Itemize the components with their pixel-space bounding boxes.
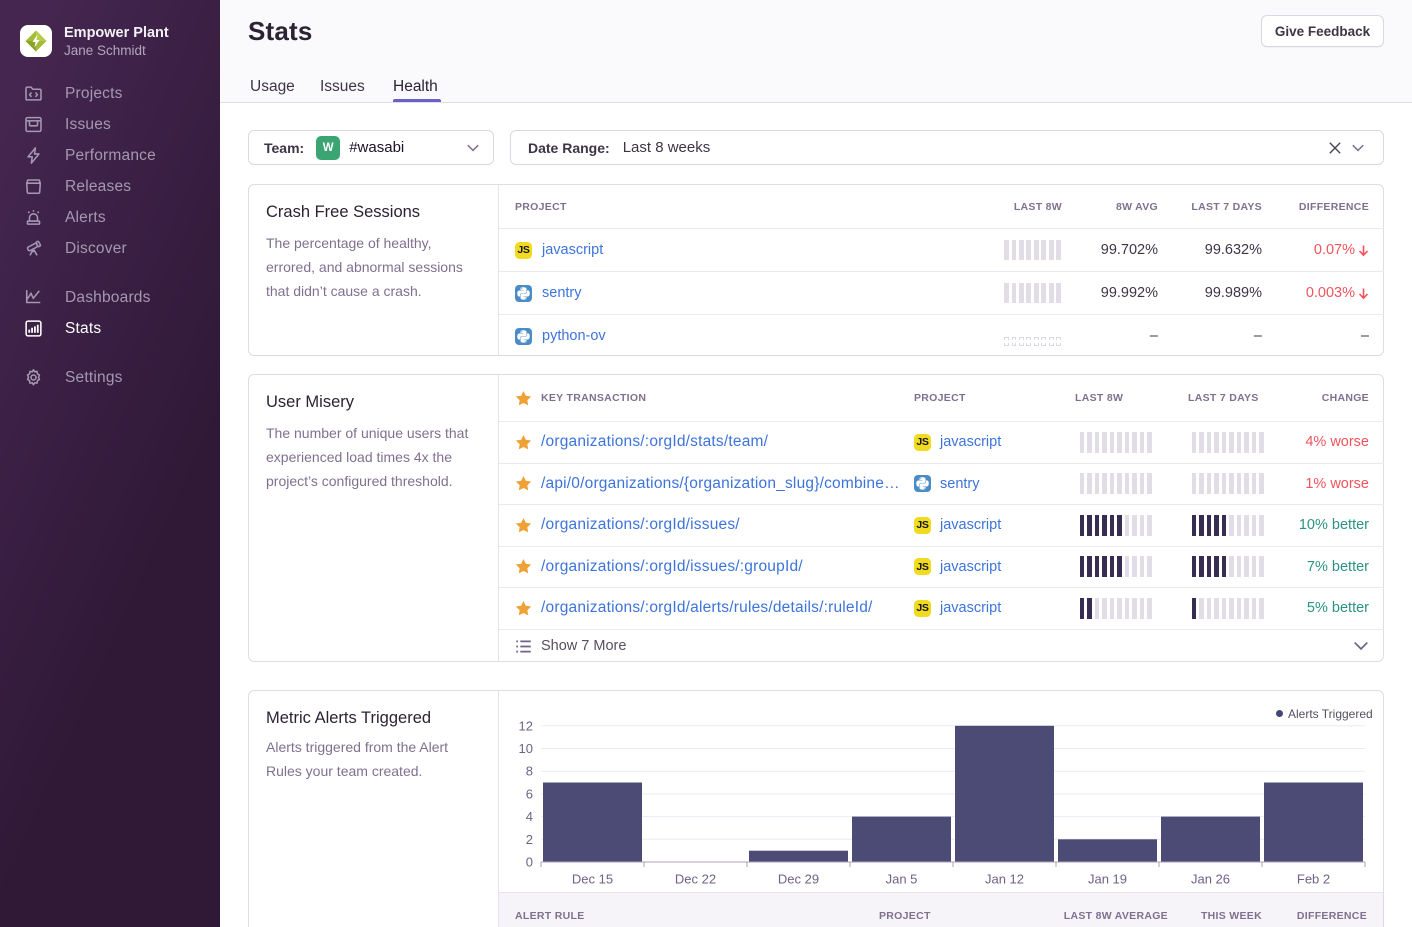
svg-text:12: 12 [519, 718, 533, 733]
svg-text:0: 0 [526, 855, 533, 870]
svg-text:Feb 2: Feb 2 [1297, 872, 1330, 887]
svg-text:Jan 19: Jan 19 [1088, 872, 1127, 887]
svg-text:Jan 12: Jan 12 [985, 872, 1024, 887]
svg-text:2: 2 [526, 832, 533, 847]
svg-text:4: 4 [526, 809, 533, 824]
svg-text:Jan 26: Jan 26 [1191, 872, 1230, 887]
svg-text:10: 10 [519, 741, 533, 756]
svg-text:6: 6 [526, 786, 533, 801]
svg-text:Dec 29: Dec 29 [778, 872, 819, 887]
svg-text:Jan 5: Jan 5 [886, 872, 918, 887]
svg-text:Dec 15: Dec 15 [572, 872, 613, 887]
svg-text:Dec 22: Dec 22 [675, 872, 716, 887]
svg-text:8: 8 [526, 764, 533, 779]
